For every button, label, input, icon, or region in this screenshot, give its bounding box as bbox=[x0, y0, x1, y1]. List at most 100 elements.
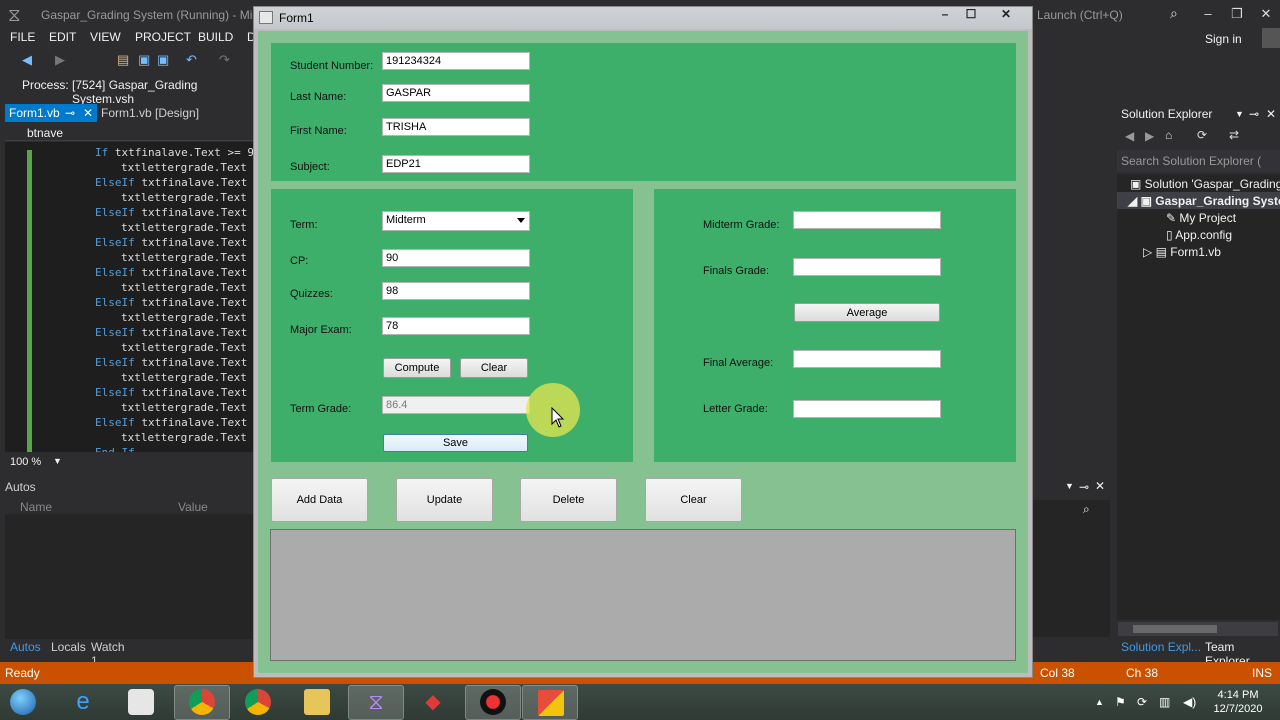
start-button-icon[interactable] bbox=[10, 689, 36, 715]
add-data-button[interactable]: Add Data bbox=[271, 478, 368, 522]
code-line[interactable]: ElseIf txtfinalave.Text bbox=[95, 356, 247, 369]
tree-node-form1[interactable]: ▷ ▤ Form1.vb bbox=[1143, 245, 1221, 259]
letter-grade-field[interactable] bbox=[793, 400, 941, 418]
home-icon[interactable]: ⌂ bbox=[1165, 128, 1172, 142]
chevron-down-icon[interactable]: ▼ bbox=[1065, 481, 1074, 491]
file-explorer-icon[interactable] bbox=[304, 689, 330, 715]
garena-icon[interactable]: ◆ bbox=[420, 689, 446, 715]
major-exam-field[interactable]: 78 bbox=[382, 317, 530, 335]
finals-grade-field[interactable] bbox=[793, 258, 941, 276]
menu-view[interactable]: VIEW bbox=[90, 30, 121, 44]
tree-node-my-project[interactable]: ✎ My Project bbox=[1166, 211, 1236, 225]
forward-icon[interactable]: ▶ bbox=[55, 52, 65, 68]
code-line[interactable]: ElseIf txtfinalave.Text bbox=[95, 236, 247, 249]
code-line[interactable]: End If bbox=[95, 446, 135, 452]
first-name-field[interactable]: TRISHA bbox=[382, 118, 530, 136]
tab-solution-explorer[interactable]: Solution Expl... bbox=[1121, 640, 1201, 654]
update-button[interactable]: Update bbox=[396, 478, 493, 522]
minimize-icon[interactable]: – bbox=[1196, 4, 1220, 24]
minimize-icon[interactable]: – bbox=[932, 7, 958, 23]
sign-in-link[interactable]: Sign in bbox=[1205, 32, 1242, 46]
close-icon[interactable]: ✕ bbox=[1254, 4, 1278, 24]
sync-icon[interactable]: ⟳ bbox=[1197, 128, 1207, 142]
midterm-grade-field[interactable] bbox=[793, 211, 941, 229]
code-line[interactable]: ElseIf txtfinalave.Text bbox=[95, 416, 247, 429]
member-dropdown[interactable]: btnave bbox=[27, 126, 63, 140]
close-icon[interactable]: ✕ bbox=[986, 7, 1026, 23]
menu-edit[interactable]: EDIT bbox=[49, 30, 76, 44]
term-grade-field[interactable]: 86.4 bbox=[382, 396, 530, 414]
compute-button[interactable]: Compute bbox=[383, 358, 451, 378]
term-select[interactable]: Midterm bbox=[382, 211, 530, 231]
close-tab-icon[interactable]: ✕ bbox=[83, 104, 93, 122]
code-line[interactable]: ElseIf txtfinalave.Text bbox=[95, 206, 247, 219]
pin-icon[interactable]: ⊸ bbox=[65, 104, 75, 122]
media-player-icon[interactable] bbox=[128, 689, 154, 715]
term-clear-button[interactable]: Clear bbox=[460, 358, 528, 378]
quick-launch-input[interactable]: Launch (Ctrl+Q) bbox=[1037, 5, 1187, 25]
menu-file[interactable]: FILE bbox=[10, 30, 35, 44]
code-line[interactable]: ElseIf txtfinalave.Text bbox=[95, 386, 247, 399]
average-button[interactable]: Average bbox=[794, 303, 940, 322]
clock[interactable]: 4:14 PM 12/7/2020 bbox=[1208, 688, 1268, 716]
tab-form1-vb[interactable]: Form1.vb ⊸ ✕ bbox=[5, 104, 97, 122]
form1-title-bar[interactable] bbox=[254, 7, 1032, 29]
quizzes-field[interactable]: 98 bbox=[382, 282, 530, 300]
member-navigation-bar[interactable]: btnave bbox=[5, 123, 255, 141]
internet-explorer-icon[interactable]: e bbox=[70, 689, 96, 715]
code-line[interactable]: txtlettergrade.Text bbox=[121, 341, 247, 354]
account-avatar[interactable] bbox=[1262, 28, 1280, 48]
code-line[interactable]: ElseIf txtfinalave.Text bbox=[95, 326, 247, 339]
save-icon[interactable]: ▣ bbox=[138, 52, 150, 68]
pin-icon[interactable]: ⊸ bbox=[1079, 480, 1089, 494]
maximize-icon[interactable]: ☐ bbox=[958, 7, 984, 23]
tab-locals[interactable]: Locals bbox=[51, 640, 86, 654]
tab-form1-design[interactable]: Form1.vb [Design] bbox=[101, 104, 199, 122]
chevron-down-icon[interactable] bbox=[517, 218, 525, 223]
code-line[interactable]: txtlettergrade.Text bbox=[121, 251, 247, 264]
code-line[interactable]: ElseIf txtfinalave.Text bbox=[95, 176, 247, 189]
code-line[interactable]: txtlettergrade.Text bbox=[121, 191, 247, 204]
save-button[interactable]: Save bbox=[383, 434, 528, 452]
open-folder-icon[interactable]: ▤ bbox=[117, 52, 129, 68]
records-data-grid[interactable] bbox=[270, 529, 1016, 661]
process-select[interactable]: [7524] Gaspar_Grading System.vsh bbox=[72, 78, 260, 106]
clear-button[interactable]: Clear bbox=[645, 478, 742, 522]
undo-icon[interactable]: ↶ bbox=[186, 52, 197, 68]
restore-icon[interactable]: ❐ bbox=[1225, 4, 1249, 24]
code-line[interactable]: ElseIf txtfinalave.Text bbox=[95, 296, 247, 309]
back-icon[interactable]: ◀ bbox=[1125, 129, 1134, 143]
solution-explorer-search[interactable]: Search Solution Explorer ( bbox=[1117, 150, 1280, 172]
menu-project[interactable]: PROJECT bbox=[135, 30, 191, 44]
back-icon[interactable]: ◀ bbox=[22, 52, 32, 68]
student-number-field[interactable]: 191234324 bbox=[382, 52, 530, 70]
code-line[interactable]: txtlettergrade.Text bbox=[121, 431, 247, 444]
final-average-field[interactable] bbox=[793, 350, 941, 368]
pin-icon[interactable]: ⊸ bbox=[1249, 104, 1259, 124]
flag-icon[interactable]: ⚑ bbox=[1115, 695, 1126, 709]
tab-autos[interactable]: Autos bbox=[10, 640, 41, 654]
chevron-up-icon[interactable]: ▲ bbox=[1095, 697, 1104, 707]
refresh-icon[interactable]: ⇄ bbox=[1229, 128, 1239, 142]
tree-node-solution[interactable]: ▣ Solution 'Gaspar_Grading bbox=[1130, 177, 1280, 191]
save-all-icon[interactable]: ▣ bbox=[157, 52, 169, 68]
code-line[interactable]: If txtfinalave.Text >= 9 bbox=[95, 146, 254, 159]
menu-build[interactable]: BUILD bbox=[198, 30, 233, 44]
code-line[interactable]: ElseIf txtfinalave.Text bbox=[95, 266, 247, 279]
zoom-level[interactable]: 100 % bbox=[10, 456, 41, 468]
subject-field[interactable]: EDP21 bbox=[382, 155, 530, 173]
code-line[interactable]: txtlettergrade.Text bbox=[121, 311, 247, 324]
code-line[interactable]: txtlettergrade.Text bbox=[121, 401, 247, 414]
network-icon[interactable]: ▥ bbox=[1159, 695, 1170, 709]
sync-icon[interactable]: ⟳ bbox=[1137, 695, 1147, 709]
tree-node-app-config[interactable]: ▯ App.config bbox=[1166, 228, 1232, 242]
close-icon[interactable]: ✕ bbox=[1095, 479, 1105, 493]
scrollbar-thumb[interactable] bbox=[1133, 625, 1217, 633]
code-line[interactable]: txtlettergrade.Text bbox=[121, 281, 247, 294]
code-line[interactable]: txtlettergrade.Text bbox=[121, 371, 247, 384]
cp-field[interactable]: 90 bbox=[382, 249, 530, 267]
code-line[interactable]: txtlettergrade.Text bbox=[121, 221, 247, 234]
tree-node-project[interactable]: ◢ ▣ Gaspar_Grading Syste bbox=[1128, 194, 1280, 208]
code-line[interactable]: txtlettergrade.Text bbox=[121, 161, 247, 174]
forward-icon[interactable]: ▶ bbox=[1145, 129, 1154, 143]
